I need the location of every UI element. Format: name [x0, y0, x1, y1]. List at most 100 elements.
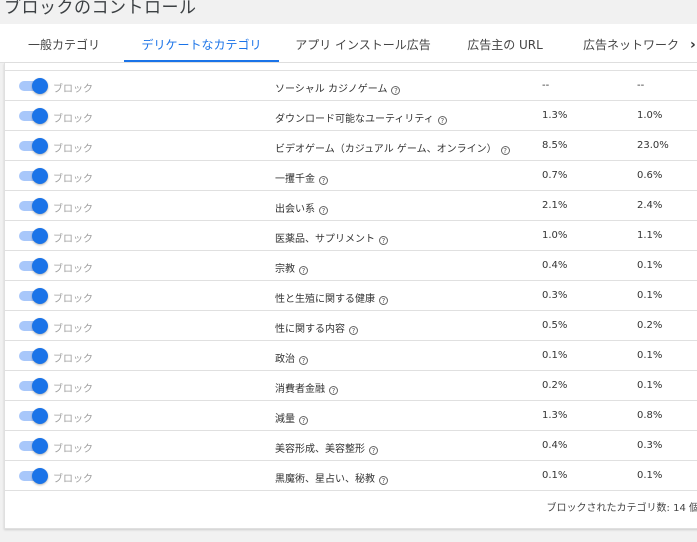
table-row: ブロック 性に関する内容? 0.5% 0.2%	[5, 311, 697, 341]
table-row: ブロック 一攫千金? 0.7% 0.6%	[5, 161, 697, 191]
toggle-knob	[32, 318, 48, 334]
help-icon[interactable]: ?	[319, 206, 328, 215]
page: ブロックのコントロール 一般カテゴリ デリケートなカテゴリ アプリ インストール…	[0, 0, 697, 542]
block-label: ブロック	[53, 414, 93, 425]
help-icon[interactable]: ?	[299, 266, 308, 275]
percent-value-1: --	[542, 80, 550, 91]
percent-value-2: 0.8%	[637, 410, 663, 421]
block-toggle[interactable]	[19, 138, 48, 154]
help-icon[interactable]: ?	[369, 446, 378, 455]
table-row: ブロック 性と生殖に関する健康? 0.3% 0.1%	[5, 281, 697, 311]
block-label: ブロック	[53, 354, 93, 365]
category-label: 性と生殖に関する健康	[275, 294, 375, 305]
block-toggle[interactable]	[19, 78, 48, 94]
percent-value-2: 2.4%	[637, 200, 663, 211]
block-label: ブロック	[53, 384, 93, 395]
percent-value-1: 0.1%	[542, 350, 568, 361]
block-label: ブロック	[53, 174, 93, 185]
percent-value-1: 0.5%	[542, 320, 568, 331]
block-toggle[interactable]	[19, 408, 48, 424]
percent-value-1: 1.0%	[542, 230, 568, 241]
percent-value-1: 0.3%	[542, 290, 568, 301]
category-label: ビデオゲーム（カジュアル ゲーム、オンライン）	[275, 144, 497, 155]
category-name: 性と生殖に関する健康?	[275, 290, 388, 305]
category-table: ブロック ソーシャル カジノゲーム? -- -- ブロック ダウンロード可能なユーティリテ…	[5, 71, 697, 491]
tab-general-categories[interactable]: 一般カテゴリ	[14, 24, 114, 62]
tab-advertiser-url[interactable]: 広告主の URL	[460, 24, 550, 62]
help-icon[interactable]: ?	[299, 416, 308, 425]
help-icon[interactable]: ?	[379, 236, 388, 245]
percent-value-2: 0.1%	[637, 290, 663, 301]
block-label: ブロック	[53, 114, 93, 125]
help-icon[interactable]: ?	[379, 296, 388, 305]
category-label: 消費者金融	[275, 384, 325, 395]
help-icon[interactable]: ?	[391, 86, 401, 95]
block-label: ブロック	[53, 474, 93, 485]
help-icon[interactable]: ?	[500, 146, 510, 155]
category-name: ダウンロード可能なユーティリティ?	[275, 110, 447, 125]
percent-value-2: 0.2%	[637, 320, 663, 331]
tab-app-install-ads[interactable]: アプリ インストール広告	[293, 24, 433, 62]
table-row: ブロック 減量? 1.3% 0.8%	[5, 401, 697, 431]
block-toggle[interactable]	[19, 378, 48, 394]
category-name: 政治?	[275, 350, 308, 365]
tab-bar: 一般カテゴリ デリケートなカテゴリ アプリ インストール広告 広告主の URL …	[0, 24, 697, 63]
table-row: ブロック ダウンロード可能なユーティリティ? 1.3% 1.0%	[5, 101, 697, 131]
table-row: ブロック 美容形成、美容整形? 0.4% 0.3%	[5, 431, 697, 461]
category-label: 政治	[275, 354, 295, 365]
help-icon[interactable]: ?	[299, 356, 308, 365]
block-toggle[interactable]	[19, 318, 48, 334]
help-icon[interactable]: ?	[349, 326, 358, 335]
block-label: ブロック	[53, 144, 93, 155]
category-label: 美容形成、美容整形	[275, 444, 365, 455]
tab-ad-networks[interactable]: 広告ネットワーク	[576, 24, 686, 62]
category-name: ビデオゲーム（カジュアル ゲーム、オンライン）?	[275, 140, 510, 155]
table-row: ブロック 政治? 0.1% 0.1%	[5, 341, 697, 371]
category-name: 美容形成、美容整形?	[275, 440, 378, 455]
category-name: 出会い系?	[275, 200, 328, 215]
block-label: ブロック	[53, 84, 93, 95]
toggle-knob	[32, 408, 48, 424]
block-toggle[interactable]	[19, 168, 48, 184]
table-row: ブロック ソーシャル カジノゲーム? -- --	[5, 71, 697, 101]
percent-value-2: 1.0%	[637, 110, 663, 121]
tab-sensitive-categories[interactable]: デリケートなカテゴリ	[124, 24, 279, 62]
table-row: ブロック ビデオゲーム（カジュアル ゲーム、オンライン）? 8.5% 23.0%	[5, 131, 697, 161]
toggle-knob	[32, 138, 48, 154]
block-toggle[interactable]	[19, 288, 48, 304]
toggle-knob	[32, 228, 48, 244]
page-title: ブロックのコントロール	[4, 0, 197, 18]
category-name: 性に関する内容?	[275, 320, 358, 335]
toggle-knob	[32, 198, 48, 214]
chevron-right-icon[interactable]: ›	[690, 24, 697, 62]
category-name: 一攫千金?	[275, 170, 328, 185]
toggle-knob	[32, 78, 48, 94]
help-icon[interactable]: ?	[319, 176, 328, 185]
percent-value-1: 0.2%	[542, 380, 568, 391]
block-label: ブロック	[53, 444, 93, 455]
block-toggle[interactable]	[19, 228, 48, 244]
percent-value-2: --	[637, 80, 645, 91]
category-label: 一攫千金	[275, 174, 315, 185]
toggle-knob	[32, 348, 48, 364]
help-icon[interactable]: ?	[329, 386, 338, 395]
block-toggle[interactable]	[19, 258, 48, 274]
block-toggle[interactable]	[19, 198, 48, 214]
help-icon[interactable]: ?	[379, 476, 388, 485]
help-icon[interactable]: ?	[437, 116, 447, 125]
percent-value-2: 0.1%	[637, 260, 663, 271]
block-toggle[interactable]	[19, 348, 48, 364]
toggle-knob	[32, 438, 48, 454]
block-toggle[interactable]	[19, 108, 48, 124]
block-toggle[interactable]	[19, 438, 48, 454]
block-toggle[interactable]	[19, 468, 48, 484]
category-label: 性に関する内容	[275, 324, 345, 335]
toggle-knob	[32, 378, 48, 394]
percent-value-1: 1.3%	[542, 410, 568, 421]
category-label: 宗教	[275, 264, 295, 275]
percent-value-1: 0.7%	[542, 170, 568, 181]
category-label: 減量	[275, 414, 295, 425]
categories-card: ブロック ソーシャル カジノゲーム? -- -- ブロック ダウンロード可能なユーティリテ…	[4, 63, 697, 529]
toggle-knob	[32, 168, 48, 184]
category-name: 黒魔術、星占い、秘教?	[275, 470, 388, 485]
